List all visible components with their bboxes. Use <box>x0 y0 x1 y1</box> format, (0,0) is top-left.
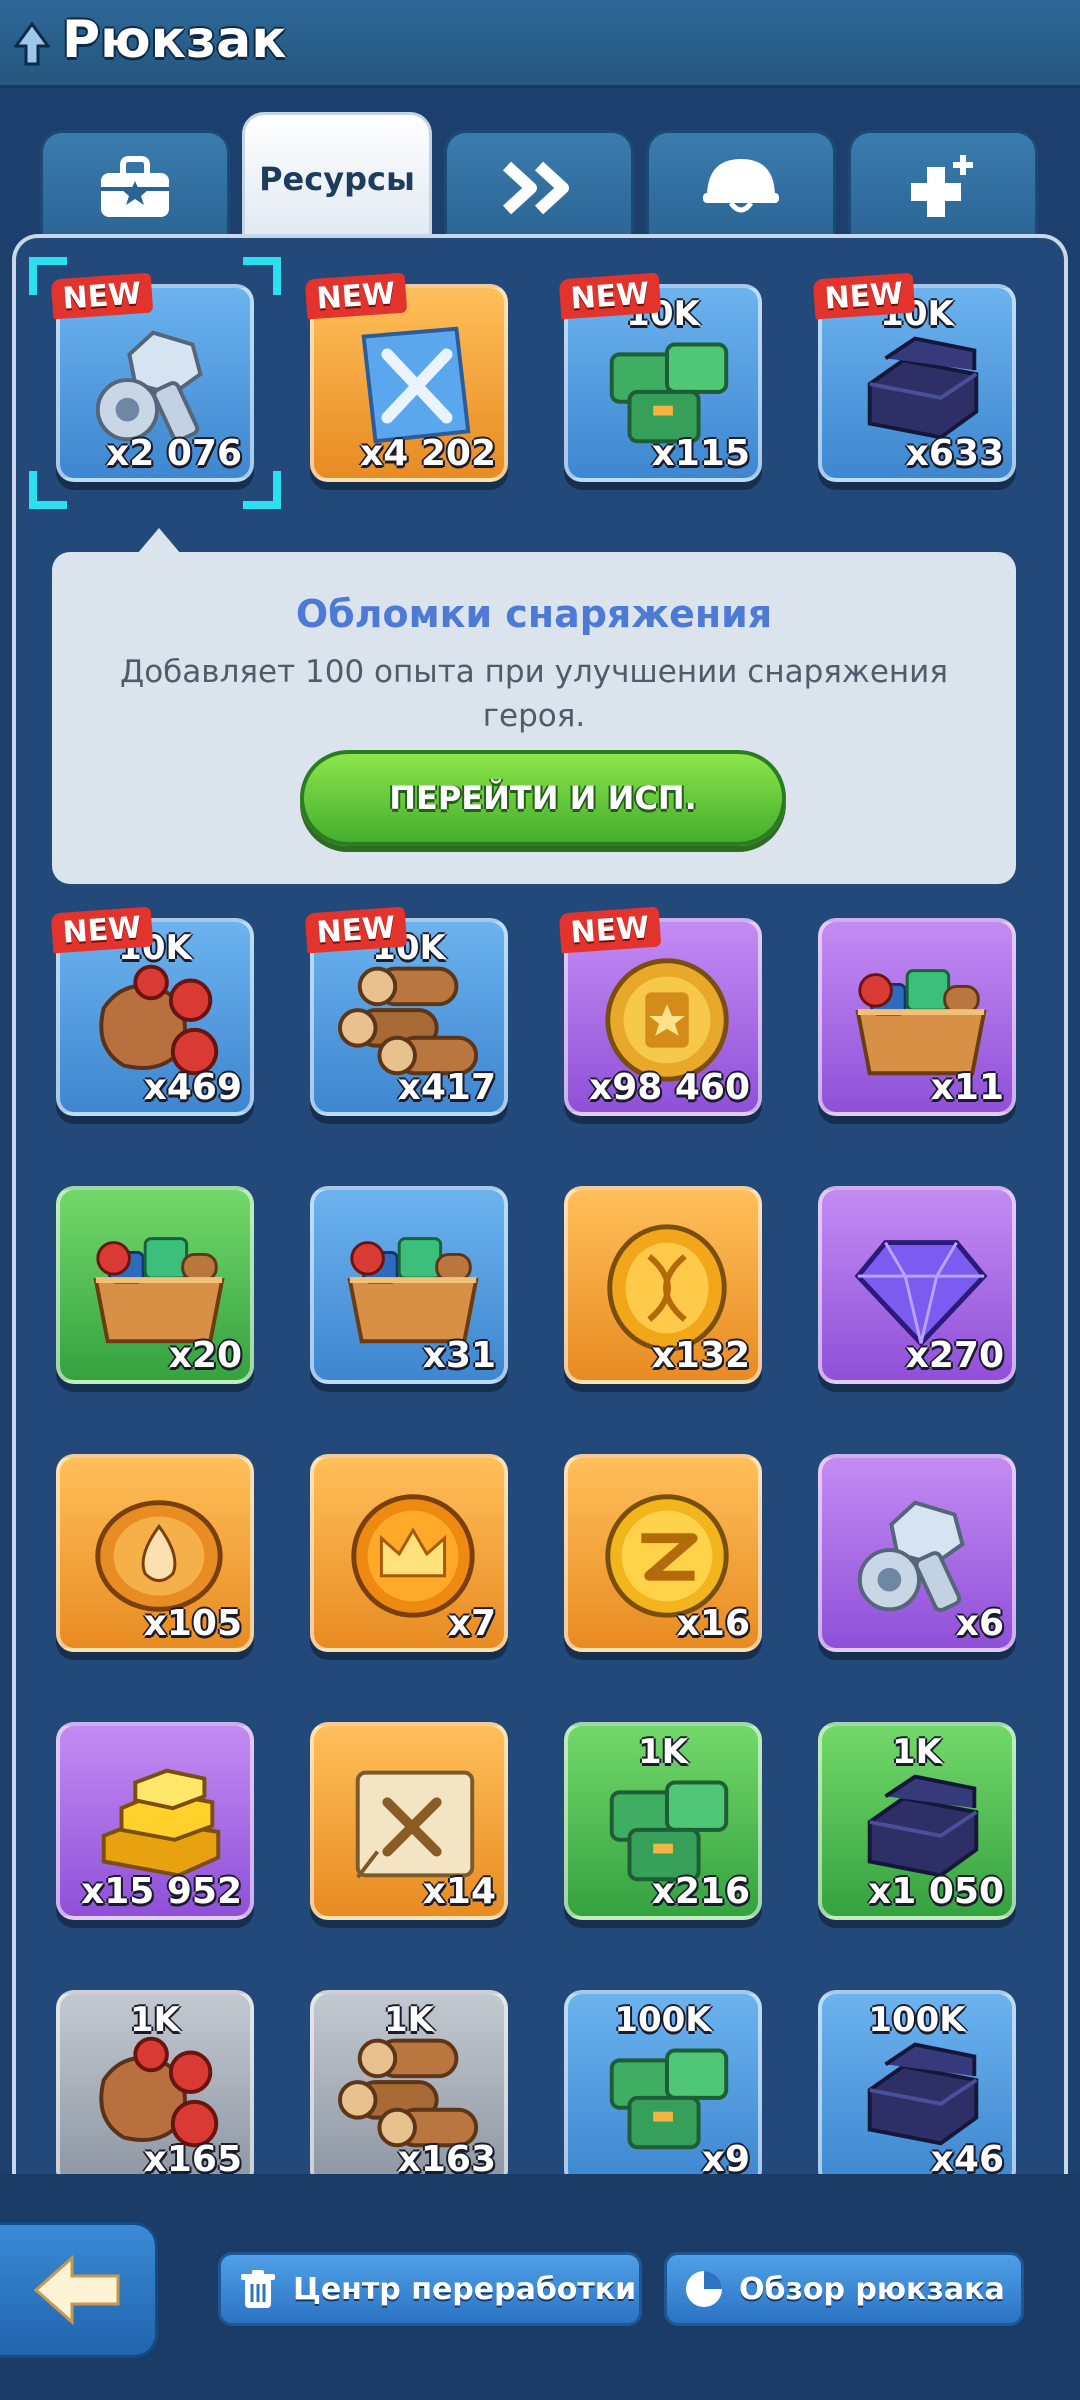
back-arrow-icon <box>33 2254 119 2326</box>
item-tooltip: Обломки снаряжения Добавляет 100 опыта п… <box>52 528 1016 884</box>
back-button[interactable] <box>0 2222 158 2358</box>
item-tier-label: 100K <box>868 2000 966 2040</box>
item-slot-supplies-100k[interactable]: 100K x9 <box>564 1990 762 2174</box>
item-tier-label: 1K <box>129 2000 180 2040</box>
item-slot-drop-coin[interactable]: x105 <box>56 1454 254 1652</box>
home-arrow-icon[interactable] <box>14 22 50 66</box>
item-count: x98 460 <box>589 1067 750 1108</box>
item-count: x6 <box>955 1603 1004 1644</box>
tab-resources-label: Ресурсы <box>259 159 415 198</box>
item-slot-resource-chest-green[interactable]: x20 <box>56 1186 254 1384</box>
tab-resources[interactable]: Ресурсы <box>242 112 432 242</box>
item-count: x16 <box>676 1603 750 1644</box>
backpack-overview-label: Обзор рюкзака <box>739 2271 1005 2307</box>
item-count: x7 <box>447 1603 496 1644</box>
tab-helmet[interactable] <box>646 130 836 242</box>
bottom-bar: Центр переработки Обзор рюкзака <box>0 2174 1080 2400</box>
item-count: x469 <box>143 1067 242 1108</box>
item-slot-z-coin[interactable]: x16 <box>564 1454 762 1652</box>
category-tabs: Ресурсы <box>40 112 1040 242</box>
item-slot-food-1k[interactable]: 1K x165 <box>56 1990 254 2174</box>
title-bar: Рюкзак <box>0 0 1080 88</box>
item-slot-dna-coin[interactable]: x132 <box>564 1186 762 1384</box>
cross-plus-icon <box>911 154 973 217</box>
backpack-overview-button[interactable]: Обзор рюкзака <box>664 2252 1024 2326</box>
item-count: x115 <box>651 433 750 474</box>
item-slot-iron-1k[interactable]: 1K x1 050 <box>818 1722 1016 1920</box>
new-badge: NEW <box>812 272 916 320</box>
tooltip-description: Добавляет 100 опыта при улучшении снаряж… <box>120 654 948 734</box>
item-count: x46 <box>930 2139 1004 2174</box>
item-slot-resource-chest-purple[interactable]: x11 <box>818 918 1016 1116</box>
tab-speedups[interactable] <box>444 130 634 242</box>
tab-equipment[interactable] <box>40 130 230 242</box>
item-count: x633 <box>905 433 1004 474</box>
new-badge: NEW <box>304 906 408 954</box>
recycling-center-label: Центр переработки <box>293 2271 637 2307</box>
new-badge: NEW <box>558 272 662 320</box>
item-count: x132 <box>651 1335 750 1376</box>
tooltip-pointer <box>137 528 181 554</box>
item-count: x4 202 <box>360 433 496 474</box>
item-tier-label: 100K <box>614 2000 712 2040</box>
item-count: x11 <box>930 1067 1004 1108</box>
item-count: x14 <box>422 1871 496 1912</box>
inventory-panel: x2 076 NEW x4 202 NEW 10K x115 NEW 10K x633 NEW 10… <box>12 234 1068 2174</box>
go-and-use-button[interactable]: ПЕРЕЙТИ И ИСП. <box>300 750 786 846</box>
item-slot-wood-1k[interactable]: 1K x163 <box>310 1990 508 2174</box>
item-count: x9 <box>701 2139 750 2174</box>
item-slot-supplies-1k[interactable]: 1K x216 <box>564 1722 762 1920</box>
bag-star-icon <box>101 155 169 217</box>
item-tier-label: 1K <box>383 2000 434 2040</box>
item-slot-purple-gem[interactable]: x270 <box>818 1186 1016 1384</box>
item-slot-blueprint[interactable]: x14 <box>310 1722 508 1920</box>
new-badge: NEW <box>50 272 154 320</box>
item-count: x105 <box>143 1603 242 1644</box>
recycling-center-button[interactable]: Центр переработки <box>218 2252 642 2326</box>
new-badge: NEW <box>50 906 154 954</box>
new-badge: NEW <box>558 906 662 954</box>
item-count: x270 <box>905 1335 1004 1376</box>
item-count: x163 <box>397 2139 496 2174</box>
item-slot-gold-bars[interactable]: x15 952 <box>56 1722 254 1920</box>
item-count: x15 952 <box>81 1871 242 1912</box>
item-count: x20 <box>168 1335 242 1376</box>
item-slot-resource-chest-blue[interactable]: x31 <box>310 1186 508 1384</box>
new-badge: NEW <box>304 272 408 320</box>
item-slot-equipment-scraps-purple[interactable]: x6 <box>818 1454 1016 1652</box>
item-count: x216 <box>651 1871 750 1912</box>
item-slot-iron-100k[interactable]: 100K x46 <box>818 1990 1016 2174</box>
tab-boosts[interactable] <box>848 130 1038 242</box>
item-tier-label: 1K <box>637 1732 688 1772</box>
trash-can-icon <box>241 2270 275 2308</box>
item-count: x417 <box>397 1067 496 1108</box>
item-slot-crown-coin[interactable]: x7 <box>310 1454 508 1652</box>
item-count: x1 050 <box>868 1871 1004 1912</box>
item-count: x31 <box>422 1335 496 1376</box>
page-title: Рюкзак <box>62 10 287 70</box>
item-count: x165 <box>143 2139 242 2174</box>
tooltip-title: Обломки снаряжения <box>295 592 773 636</box>
pie-chart-icon <box>686 2271 722 2307</box>
item-tier-label: 1K <box>891 1732 942 1772</box>
helmet-icon <box>703 158 779 212</box>
double-chevron-icon <box>502 161 569 214</box>
